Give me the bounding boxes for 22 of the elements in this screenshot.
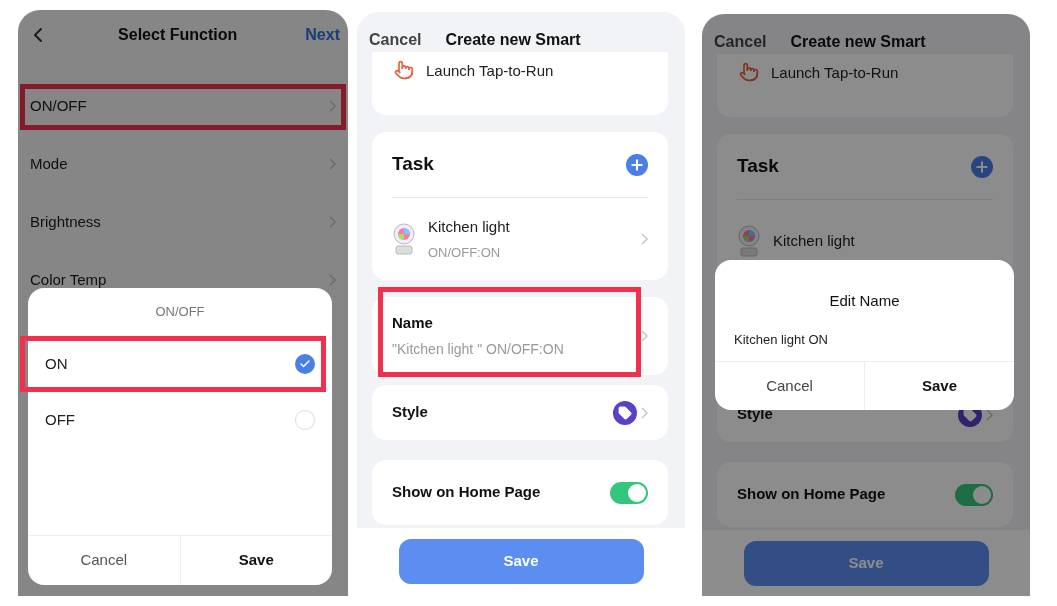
option-label: ON [45,353,68,374]
device-state: ON/OFF:ON [428,243,502,262]
task-title: Task [392,152,434,177]
launch-label: Launch Tap-to-Run [771,63,899,83]
screen-title: Create new Smart [445,30,581,50]
device-name: Kitchen light [773,230,856,251]
function-label: Color Temp [30,269,107,290]
function-label: Brightness [30,211,101,232]
name-value: "Kitchen light " ON/OFF:ON [392,339,564,359]
task-title: Task [737,154,779,179]
name-label: Name [392,313,434,334]
device-name: Kitchen light [428,217,511,237]
option-label: OFF [45,409,75,430]
function-label: ON/OFF [30,95,87,116]
screen-title: Create new Smart [790,32,926,52]
function-label: Mode [30,153,68,174]
home-page-label: Show on Home Page [737,484,886,505]
launch-label: Launch Tap-to-Run [426,61,554,81]
screen-title: Select Function [117,25,239,45]
style-label: Style [392,402,428,423]
home-page-label: Show on Home Page [392,482,541,503]
dialog-title: Edit Name [829,290,900,311]
